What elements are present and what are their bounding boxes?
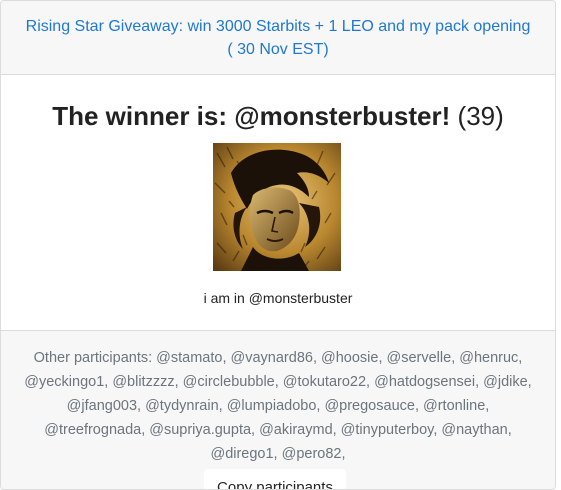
winner-section: The winner is: @monsterbuster! (39) i am… — [1, 75, 555, 331]
winner-name: @monsterbuster! — [234, 101, 451, 131]
giveaway-title-link[interactable]: Rising Star Giveaway: win 3000 Starbits … — [23, 15, 533, 61]
winner-prefix: The winner is: — [52, 101, 235, 131]
card-header: Rising Star Giveaway: win 3000 Starbits … — [1, 1, 555, 75]
copy-participants-button[interactable]: Copy participants — [204, 469, 346, 489]
winner-avatar — [213, 143, 341, 271]
winner-note: i am in @monsterbuster — [203, 290, 353, 306]
winner-count: (39) — [457, 101, 504, 131]
participants-section: Other participants: @stamato, @vaynard86… — [1, 331, 555, 489]
giveaway-card: Rising Star Giveaway: win 3000 Starbits … — [0, 0, 556, 490]
winner-heading: The winner is: @monsterbuster! (39) — [1, 101, 555, 131]
participants-list: Other participants: @stamato, @vaynard86… — [24, 350, 532, 462]
